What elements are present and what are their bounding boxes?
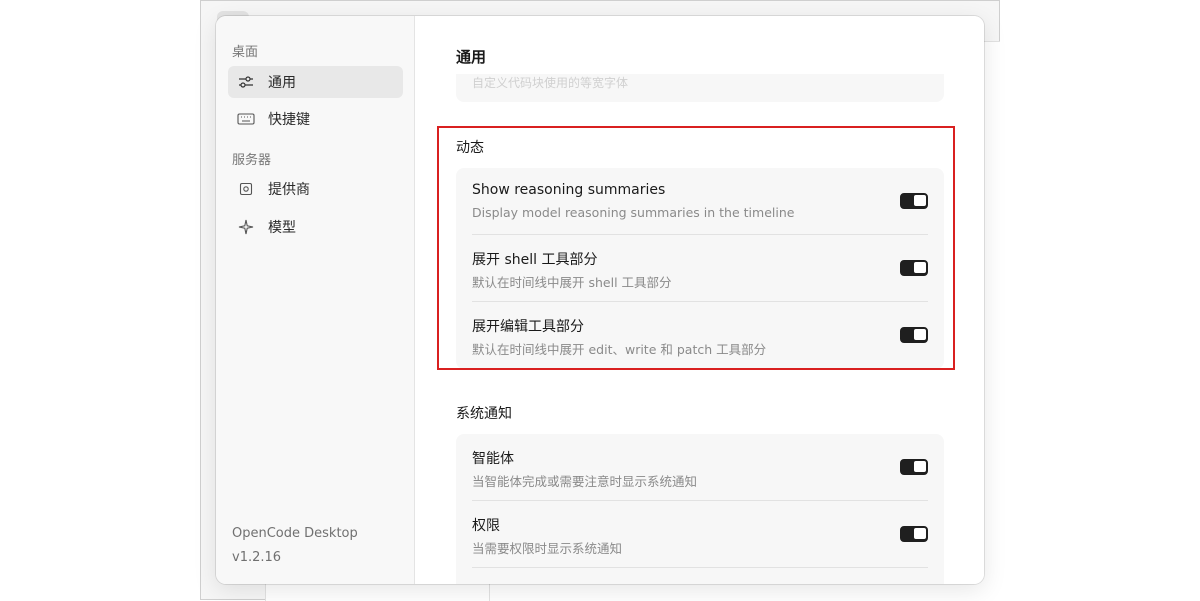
setting-row-expand-edit: 展开编辑工具部分 默认在时间线中展开 edit、write 和 patch 工具… [472,302,928,369]
toggle-knob [914,195,926,206]
sidebar-item-label: 提供商 [268,182,310,198]
setting-description: 当需要权限时显示系统通知 [472,541,623,556]
settings-card-dynamic: Show reasoning summaries Display model r… [456,168,944,369]
sidebar-group-server: 服务器 [232,153,272,168]
toggle-knob [914,528,926,539]
setting-row-expand-shell: 展开 shell 工具部分 默认在时间线中展开 shell 工具部分 [472,235,928,302]
setting-description: 当智能体完成或需要注意时显示系统通知 [472,474,698,489]
settings-content: 通用 自定义代码块使用的等宽字体 动态 Show reasoning summa… [416,16,984,584]
setting-title: 权限 [472,518,500,534]
sidebar-item-models[interactable]: 模型 [228,211,403,243]
section-title-notifications: 系统通知 [456,406,512,422]
toggle-knob [914,329,926,340]
sparkle-icon [236,217,256,237]
sidebar-group-desktop: 桌面 [232,45,259,60]
toggle-knob [914,262,926,273]
setting-title: Show reasoning summaries [472,182,666,198]
keyboard-icon [236,109,256,129]
setting-description: 默认在时间线中展开 edit、write 和 patch 工具部分 [472,342,767,357]
settings-sidebar: 桌面 通用 快捷键 服务器 提供商 模型 OpenCode Desktop v1… [216,16,415,584]
section-title-dynamic: 动态 [456,140,484,156]
settings-dialog: 桌面 通用 快捷键 服务器 提供商 模型 OpenCode Desktop v1… [216,16,984,584]
page-title: 通用 [456,48,487,66]
sliders-icon [236,72,256,92]
setting-description: 默认在时间线中展开 shell 工具部分 [472,275,672,290]
toggle-knob [914,461,926,472]
sidebar-item-label: 通用 [268,75,296,91]
setting-title: 展开 shell 工具部分 [472,252,598,268]
setting-row-permission-notification: 权限 当需要权限时显示系统通知 [472,501,928,568]
setting-row-reasoning-summaries: Show reasoning summaries Display model r… [472,168,928,235]
settings-card-notifications: 智能体 当智能体完成或需要注意时显示系统通知 权限 当需要权限时显示系统通知 [456,434,944,584]
expand-edit-toggle[interactable] [900,327,928,343]
agent-notification-toggle[interactable] [900,459,928,475]
faded-setting-desc: 自定义代码块使用的等宽字体 [472,76,629,90]
sidebar-item-general[interactable]: 通用 [228,66,403,98]
sidebar-item-shortcuts[interactable]: 快捷键 [228,103,403,135]
faded-settings-card: 自定义代码块使用的等宽字体 [456,74,944,102]
app-version: v1.2.16 [232,550,282,565]
expand-shell-toggle[interactable] [900,260,928,276]
setting-row-agent-notification: 智能体 当智能体完成或需要注意时显示系统通知 [472,434,928,501]
reasoning-summaries-toggle[interactable] [900,193,928,209]
permission-notification-toggle[interactable] [900,526,928,542]
chip-icon [236,179,256,199]
setting-title: 展开编辑工具部分 [472,319,584,335]
sidebar-item-providers[interactable]: 提供商 [228,173,403,205]
sidebar-item-label: 模型 [268,220,296,236]
setting-description: Display model reasoning summaries in the… [472,205,795,220]
app-name: OpenCode Desktop [232,526,358,541]
sidebar-item-label: 快捷键 [268,112,310,128]
setting-title: 智能体 [472,451,514,467]
